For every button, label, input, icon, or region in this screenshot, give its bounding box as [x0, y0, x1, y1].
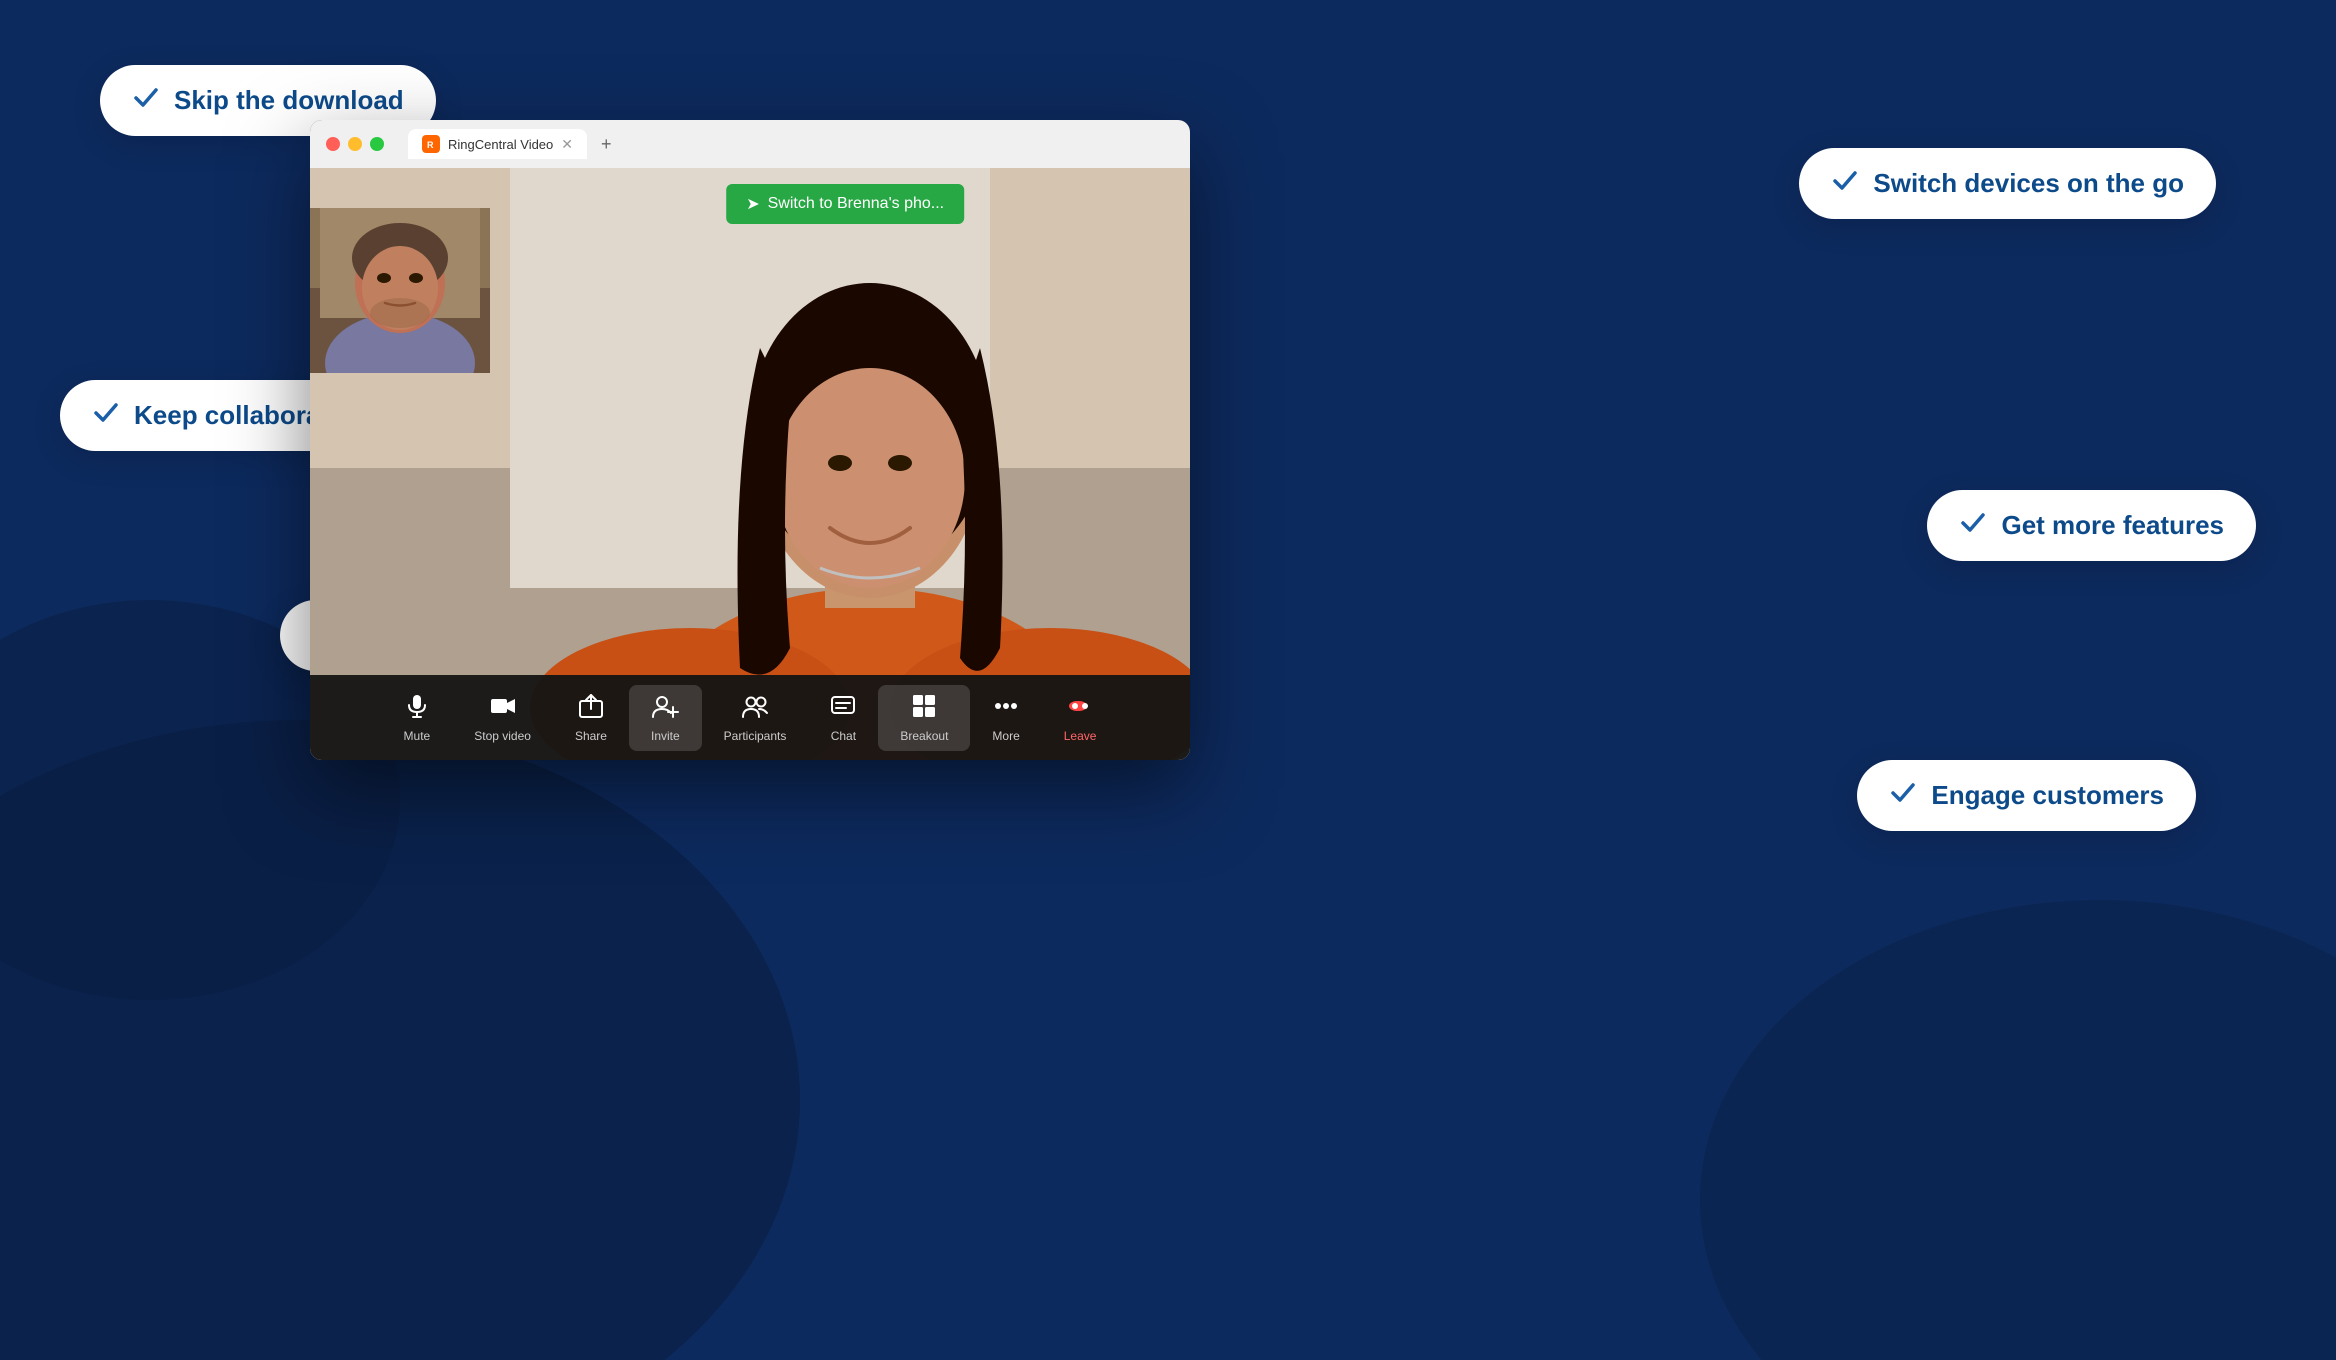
chat-button[interactable]: Chat — [808, 685, 878, 751]
chip-engage-text: Engage customers — [1931, 780, 2164, 811]
breakout-icon — [911, 693, 937, 724]
browser-tab-ringcentral[interactable]: R RingCentral Video ✕ — [408, 129, 587, 159]
participant-video — [310, 208, 490, 373]
svg-text:R: R — [427, 140, 434, 150]
participants-icon — [741, 693, 769, 724]
mute-icon — [404, 693, 430, 724]
share-button[interactable]: Share — [553, 685, 629, 751]
share-label: Share — [575, 729, 607, 743]
share-icon — [578, 693, 604, 724]
more-icon — [993, 693, 1019, 724]
invite-label: Invite — [651, 729, 680, 743]
dot-yellow — [348, 137, 362, 151]
dot-red — [326, 137, 340, 151]
mute-label: Mute — [404, 729, 431, 743]
dot-green — [370, 137, 384, 151]
participants-label: Participants — [724, 729, 787, 743]
browser-titlebar: R RingCentral Video ✕ + — [310, 120, 1190, 168]
breakout-label: Breakout — [900, 729, 948, 743]
mute-button[interactable]: Mute — [382, 685, 453, 751]
leave-icon — [1067, 693, 1093, 724]
traffic-lights — [326, 137, 384, 151]
check-icon-engage — [1889, 778, 1917, 813]
check-icon-features — [1959, 508, 1987, 543]
chip-engage-customers: Engage customers — [1857, 760, 2196, 831]
chip-features-text: Get more features — [2001, 510, 2224, 541]
tab-close-button[interactable]: ✕ — [561, 136, 573, 153]
browser-window: R RingCentral Video ✕ + ➤ Switch to Bren… — [310, 120, 1190, 760]
stop-video-label: Stop video — [474, 729, 531, 743]
stop-video-button[interactable]: Stop video — [452, 685, 553, 751]
chip-switch-devices: Switch devices on the go — [1799, 148, 2216, 219]
tab-favicon: R — [422, 135, 440, 153]
breakout-button[interactable]: Breakout — [878, 685, 970, 751]
chip-switch-text: Switch devices on the go — [1873, 168, 2184, 199]
check-icon-switch — [1831, 166, 1859, 201]
chat-label: Chat — [831, 729, 856, 743]
more-label: More — [992, 729, 1019, 743]
check-icon-keep — [92, 398, 120, 433]
video-area: ➤ Switch to Brenna's pho... — [310, 168, 1190, 760]
tab-area: R RingCentral Video ✕ + — [408, 129, 1174, 159]
tab-add-button[interactable]: + — [595, 132, 618, 157]
video-icon — [489, 693, 517, 724]
invite-button[interactable]: Invite — [629, 685, 702, 751]
participants-button[interactable]: Participants — [702, 685, 809, 751]
switch-arrow-icon: ➤ — [746, 194, 759, 214]
controls-bar: Mute Stop video — [310, 675, 1190, 760]
chip-skip-text: Skip the download — [174, 85, 404, 116]
leave-label: Leave — [1064, 729, 1097, 743]
invite-icon — [651, 693, 679, 724]
switch-device-banner[interactable]: ➤ Switch to Brenna's pho... — [726, 184, 964, 224]
chat-icon — [830, 693, 856, 724]
switch-banner-text: Switch to Brenna's pho... — [768, 195, 944, 213]
more-button[interactable]: More — [970, 685, 1041, 751]
check-icon-skip — [132, 83, 160, 118]
participant-thumbnail — [310, 208, 490, 373]
leave-button[interactable]: Leave — [1042, 685, 1119, 751]
tab-title: RingCentral Video — [448, 137, 553, 152]
chip-get-more-features: Get more features — [1927, 490, 2256, 561]
